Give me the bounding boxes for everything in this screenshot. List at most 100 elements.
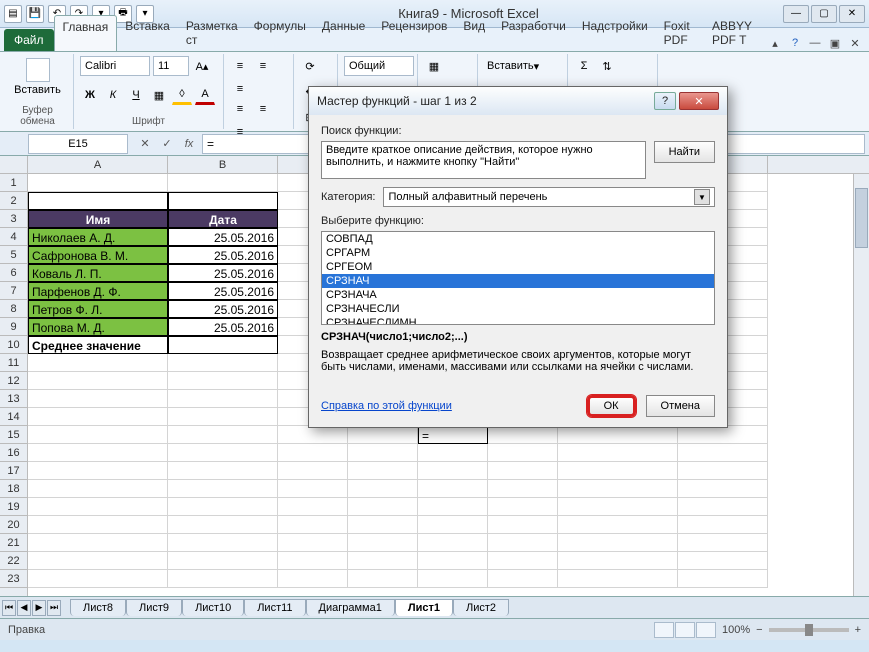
row-header-21[interactable]: 21 <box>0 534 27 552</box>
sheet-tab-Лист8[interactable]: Лист8 <box>70 599 126 616</box>
sheet-tab-Лист10[interactable]: Лист10 <box>182 599 244 616</box>
zoom-slider[interactable] <box>769 628 849 632</box>
cell[interactable] <box>558 426 678 444</box>
ribbon-tab-9[interactable]: Foxit PDF <box>656 15 704 51</box>
autosum-icon[interactable]: Σ <box>574 56 594 76</box>
cell[interactable] <box>488 444 558 462</box>
function-item[interactable]: СОВПАД <box>322 232 714 246</box>
enter-formula-icon[interactable]: ✓ <box>158 135 176 153</box>
row-header-4[interactable]: 4 <box>0 228 27 246</box>
cell[interactable] <box>168 408 278 426</box>
doc-close-icon[interactable]: ✕ <box>847 35 863 51</box>
row-header-16[interactable]: 16 <box>0 444 27 462</box>
date-cell[interactable]: 25.05.2016 <box>168 318 278 336</box>
row-header-15[interactable]: 15 <box>0 426 27 444</box>
file-tab[interactable]: Файл <box>4 29 54 51</box>
row-header-22[interactable]: 22 <box>0 552 27 570</box>
cell[interactable] <box>168 498 278 516</box>
dialog-help-icon[interactable]: ? <box>654 92 676 110</box>
cell[interactable] <box>28 354 168 372</box>
zoom-in-icon[interactable]: + <box>855 624 861 636</box>
cell[interactable] <box>678 444 768 462</box>
cell[interactable] <box>28 192 168 210</box>
cell[interactable] <box>348 516 418 534</box>
page-layout-view-button[interactable] <box>675 622 695 638</box>
font-size-combo[interactable]: 11 <box>153 56 189 76</box>
cell[interactable] <box>558 462 678 480</box>
name-cell[interactable]: Петров Ф. Л. <box>28 300 168 318</box>
cell[interactable] <box>278 426 348 444</box>
help-link[interactable]: Справка по этой функции <box>321 400 452 412</box>
page-break-view-button[interactable] <box>696 622 716 638</box>
cell[interactable] <box>28 426 168 444</box>
cancel-formula-icon[interactable]: ✕ <box>136 135 154 153</box>
cell[interactable] <box>348 498 418 516</box>
row-header-2[interactable]: 2 <box>0 192 27 210</box>
header-name[interactable]: Имя <box>28 210 168 228</box>
name-cell[interactable]: Коваль Л. П. <box>28 264 168 282</box>
sheet-tab-Лист2[interactable]: Лист2 <box>453 599 509 616</box>
cell[interactable] <box>278 480 348 498</box>
tab-nav-first-icon[interactable]: ⏮ <box>2 600 16 616</box>
cell[interactable] <box>488 516 558 534</box>
name-cell[interactable]: Парфенов Д. Ф. <box>28 282 168 300</box>
cell[interactable] <box>168 426 278 444</box>
date-cell[interactable]: 25.05.2016 <box>168 282 278 300</box>
ribbon-tab-2[interactable]: Разметка ст <box>178 15 246 51</box>
cell[interactable] <box>28 570 168 588</box>
cell[interactable] <box>678 462 768 480</box>
cell[interactable] <box>678 552 768 570</box>
select-all-corner[interactable] <box>0 156 27 174</box>
cell[interactable] <box>28 480 168 498</box>
align-left-icon[interactable]: ≡ <box>230 99 250 119</box>
row-header-18[interactable]: 18 <box>0 480 27 498</box>
italic-button[interactable]: К <box>103 85 123 105</box>
row-header-6[interactable]: 6 <box>0 264 27 282</box>
cell[interactable] <box>168 192 278 210</box>
cell[interactable] <box>678 498 768 516</box>
align-top-icon[interactable]: ≡ <box>230 56 250 76</box>
cell[interactable] <box>558 516 678 534</box>
row-header-13[interactable]: 13 <box>0 390 27 408</box>
ribbon-tab-7[interactable]: Разработчи <box>493 15 574 51</box>
cell[interactable] <box>278 552 348 570</box>
save-icon[interactable]: 💾 <box>26 5 44 23</box>
function-item[interactable]: СРЗНАЧ <box>322 274 714 288</box>
cell[interactable] <box>418 498 488 516</box>
row-header-5[interactable]: 5 <box>0 246 27 264</box>
avg-value-cell[interactable] <box>168 336 278 354</box>
dialog-close-icon[interactable]: ✕ <box>679 92 719 110</box>
cell[interactable] <box>678 480 768 498</box>
cell[interactable] <box>348 444 418 462</box>
cell[interactable] <box>488 552 558 570</box>
ribbon-minimize-icon[interactable]: ▴ <box>767 35 783 51</box>
cell[interactable] <box>418 570 488 588</box>
help-icon[interactable]: ? <box>787 35 803 51</box>
cell[interactable] <box>28 408 168 426</box>
cell[interactable] <box>28 390 168 408</box>
cell[interactable] <box>348 480 418 498</box>
cell[interactable] <box>28 498 168 516</box>
cell[interactable] <box>488 462 558 480</box>
cell[interactable] <box>168 570 278 588</box>
cell[interactable] <box>28 372 168 390</box>
cell[interactable] <box>418 534 488 552</box>
dialog-titlebar[interactable]: Мастер функций - шаг 1 из 2 ? ✕ <box>309 87 727 115</box>
cell[interactable] <box>348 552 418 570</box>
sheet-tab-Лист1[interactable]: Лист1 <box>395 599 453 616</box>
name-cell[interactable]: Сафронова В. М. <box>28 246 168 264</box>
sheet-tab-Лист11[interactable]: Лист11 <box>244 599 305 616</box>
cell[interactable] <box>28 534 168 552</box>
function-item[interactable]: СРЗНАЧЕСЛИ <box>322 302 714 316</box>
cell[interactable] <box>348 570 418 588</box>
underline-button[interactable]: Ч <box>126 85 146 105</box>
row-header-19[interactable]: 19 <box>0 498 27 516</box>
ribbon-tab-5[interactable]: Рецензиров <box>373 15 455 51</box>
name-cell[interactable]: Попова М. Д. <box>28 318 168 336</box>
row-header-12[interactable]: 12 <box>0 372 27 390</box>
fill-color-button[interactable]: ◊ <box>172 85 192 105</box>
name-box[interactable]: E15 <box>28 134 128 154</box>
tab-nav-prev-icon[interactable]: ◀ <box>17 600 31 616</box>
date-cell[interactable]: 25.05.2016 <box>168 300 278 318</box>
row-header-20[interactable]: 20 <box>0 516 27 534</box>
